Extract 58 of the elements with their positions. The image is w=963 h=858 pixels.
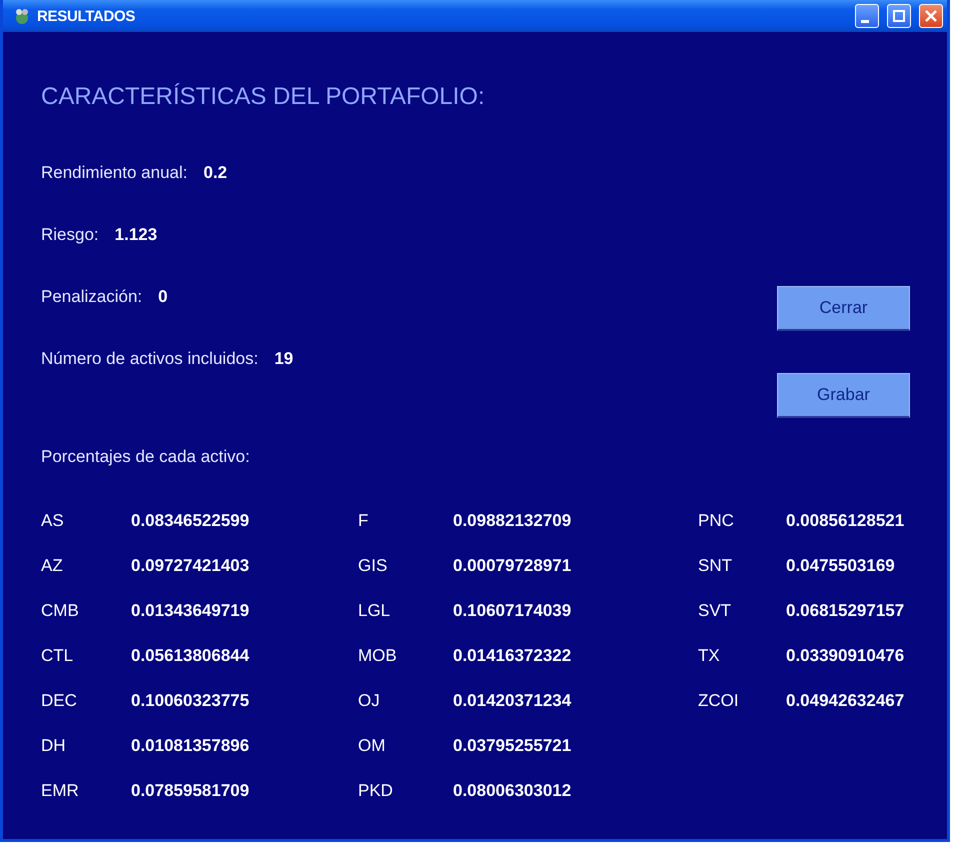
asset-percentage: 0.08346522599 <box>131 511 250 531</box>
asset-percentage: 0.04942632467 <box>786 691 906 711</box>
asset-name: AZ <box>41 556 64 576</box>
asset-name: CTL <box>41 646 74 666</box>
asset-percentage: 0.06815297157 <box>786 601 906 621</box>
asset-name: PKD <box>358 781 394 801</box>
percentages-label: Porcentajes de cada activo: <box>41 446 251 468</box>
stat-label: Número de activos incluidos: <box>41 348 258 368</box>
asset-name: SNT <box>698 556 733 576</box>
asset-name: EMR <box>41 781 80 801</box>
asset-name: PNC <box>698 511 735 531</box>
stat-value: 0.2 <box>203 162 228 182</box>
stat-label: Riesgo: <box>41 224 99 244</box>
app-icon <box>13 7 31 25</box>
asset-percentage: 0.0475503169 <box>786 556 896 576</box>
asset-name: DEC <box>41 691 78 711</box>
asset-percentage: 0.07859581709 <box>131 781 250 801</box>
stat-label: Penalización: <box>41 286 142 306</box>
section-heading: CARACTERÍSTICAS DEL PORTAFOLIO: <box>41 82 486 112</box>
asset-name: LGL <box>358 601 392 621</box>
close-dialog-button[interactable]: Cerrar <box>777 286 910 330</box>
asset-percentage: 0.05613806844 <box>131 646 250 666</box>
maximize-icon <box>893 10 905 22</box>
asset-percentage: 0.03390910476 <box>786 646 906 666</box>
stat-value: 1.123 <box>114 224 158 244</box>
close-icon <box>925 10 937 22</box>
asset-percentage: 0.00856128521 <box>786 511 906 531</box>
asset-percentage: 0.09882132709 <box>453 511 572 531</box>
asset-name: CMB <box>41 601 80 621</box>
save-button[interactable]: Grabar <box>777 372 910 418</box>
asset-percentage: 0.01343649719 <box>131 601 250 621</box>
asset-percentage: 0.08006303012 <box>453 781 572 801</box>
asset-percentage: 0.01081357896 <box>131 736 250 756</box>
asset-name: AS <box>41 511 65 531</box>
asset-name: MOB <box>358 646 398 666</box>
asset-name: F <box>358 511 370 531</box>
asset-percentage: 0.09727421403 <box>131 556 250 576</box>
stat-value: 0 <box>158 286 168 306</box>
maximize-button[interactable] <box>887 4 911 28</box>
close-button[interactable] <box>919 4 943 28</box>
asset-percentage: 0.03795255721 <box>453 736 572 756</box>
asset-percentage: 0.00079728971 <box>453 556 572 576</box>
asset-percentage: 0.10060323775 <box>131 691 250 711</box>
minimize-button[interactable] <box>855 4 879 28</box>
stat-value: 19 <box>274 348 294 368</box>
asset-name: GIS <box>358 556 388 576</box>
stat-label: Rendimiento anual: <box>41 162 188 182</box>
asset-name: OJ <box>358 691 381 711</box>
asset-name: SVT <box>698 601 732 621</box>
asset-percentage: 0.01416372322 <box>453 646 572 666</box>
window-title: RESULTADOS <box>37 8 136 24</box>
minimize-icon <box>861 20 869 22</box>
asset-percentage: 0.10607174039 <box>453 601 572 621</box>
asset-percentage: 0.01420371234 <box>453 691 572 711</box>
asset-name: OM <box>358 736 386 756</box>
asset-name: ZCOI <box>698 691 740 711</box>
asset-name: TX <box>698 646 721 666</box>
asset-name: DH <box>41 736 67 756</box>
